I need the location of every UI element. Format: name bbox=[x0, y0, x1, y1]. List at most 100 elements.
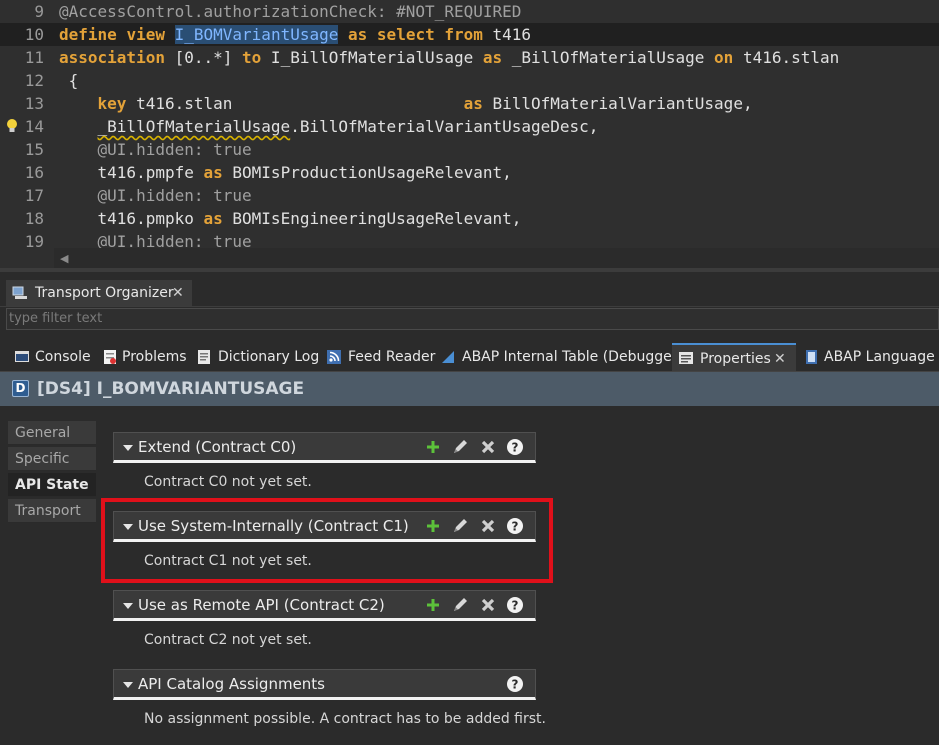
edit-icon[interactable] bbox=[450, 595, 470, 615]
section-header[interactable]: API Catalog Assignments ? bbox=[113, 669, 536, 700]
section-title: Use as Remote API (Contract C2) bbox=[138, 596, 385, 614]
section-header[interactable]: Extend (Contract C0) ? bbox=[113, 432, 536, 463]
code-text: t416.pmpko as BOMIsEngineeringUsageRelev… bbox=[59, 209, 522, 228]
tab-abap-internal-table-label: ABAP Internal Table (Debugger) bbox=[462, 349, 683, 365]
dictionary-log-icon bbox=[198, 350, 210, 364]
help-icon[interactable]: ? bbox=[505, 595, 525, 615]
line-number: 12 bbox=[24, 71, 44, 90]
code-text: @UI.hidden: true bbox=[97, 186, 252, 205]
tab-abap-language-help-label: ABAP Language H bbox=[824, 349, 939, 365]
line-number: 14 bbox=[24, 117, 44, 136]
code-text: define view I_BOMVariantUsage as select … bbox=[59, 25, 532, 44]
ddl-source-icon: D bbox=[12, 380, 29, 397]
properties-title: [DS4] I_BOMVARIANTUSAGE bbox=[37, 379, 305, 399]
edit-icon[interactable] bbox=[450, 437, 470, 457]
svg-text:?: ? bbox=[512, 441, 519, 455]
code-text: key t416.stlan as BillOfMaterialVariantU… bbox=[97, 94, 753, 113]
code-line: 17 @UI.hidden: true bbox=[0, 184, 939, 207]
code-text: @AccessControl.authorizationCheck: #NOT_… bbox=[59, 2, 522, 21]
nav-transport[interactable]: Transport bbox=[8, 499, 96, 523]
abap-language-icon bbox=[806, 350, 817, 364]
line-number: 16 bbox=[24, 163, 44, 182]
problems-icon bbox=[104, 350, 116, 364]
highlight-annotation-box bbox=[101, 498, 553, 583]
line-number: 9 bbox=[34, 2, 44, 21]
section-title: Extend (Contract C0) bbox=[138, 438, 297, 456]
section-contract-c0: Extend (Contract C0) ? Contract C0 not y… bbox=[113, 432, 536, 498]
help-icon[interactable]: ? bbox=[505, 674, 525, 694]
add-icon[interactable] bbox=[423, 437, 443, 457]
tab-problems[interactable]: Problems bbox=[98, 343, 190, 371]
section-message: Contract C2 not yet set. bbox=[144, 632, 312, 648]
nav-api-state[interactable]: API State bbox=[8, 473, 96, 497]
code-text: _BillOfMaterialUsage.BillOfMaterialVaria… bbox=[97, 117, 599, 136]
code-line: 10 define view I_BOMVariantUsage as selec… bbox=[0, 23, 939, 46]
scroll-left-arrow-icon[interactable]: ◀ bbox=[60, 252, 68, 265]
code-line: 18 t416.pmpko as BOMIsEngineeringUsageRe… bbox=[0, 207, 939, 230]
section-header[interactable]: Use as Remote API (Contract C2) ? bbox=[113, 590, 536, 621]
section-api-catalog: API Catalog Assignments ? No assignment … bbox=[113, 669, 546, 735]
properties-header: D [DS4] I_BOMVARIANTUSAGE bbox=[0, 372, 939, 406]
tab-properties-label: Properties bbox=[700, 351, 771, 367]
code-line: 13 key t416.stlan as BillOfMaterialVaria… bbox=[0, 92, 939, 115]
code-text: @UI.hidden: true bbox=[97, 140, 252, 159]
close-icon[interactable]: ✕ bbox=[774, 345, 786, 373]
delete-icon[interactable] bbox=[478, 437, 498, 457]
code-editor[interactable]: 9 @AccessControl.authorizationCheck: #NOT… bbox=[0, 0, 939, 268]
line-number: 13 bbox=[24, 94, 44, 113]
line-number: 18 bbox=[24, 209, 44, 228]
line-number: 10 bbox=[24, 25, 44, 44]
code-text: association [0..*] to I_BillOfMaterialUs… bbox=[59, 48, 840, 67]
code-line: 12 { bbox=[0, 69, 939, 92]
tab-abap-internal-table[interactable]: ABAP Internal Table (Debugger) bbox=[436, 343, 683, 371]
properties-nav: General Specific API State Transport bbox=[0, 406, 96, 745]
line-number: 19 bbox=[24, 232, 44, 251]
chevron-down-icon[interactable] bbox=[123, 603, 133, 609]
bottom-view-tabbar: Console Problems Dictionary Log Feed Rea… bbox=[0, 343, 939, 372]
code-line: 14 _BillOfMaterialUsage.BillOfMaterialVa… bbox=[0, 115, 939, 138]
add-icon[interactable] bbox=[423, 595, 443, 615]
section-title: API Catalog Assignments bbox=[138, 675, 326, 693]
help-icon[interactable]: ? bbox=[505, 437, 525, 457]
code-line: 16 t416.pmpfe as BOMIsProductionUsageRel… bbox=[0, 161, 939, 184]
svg-text:?: ? bbox=[512, 599, 519, 613]
tab-transport-organizer-label: Transport Organizer bbox=[35, 285, 174, 301]
properties-icon bbox=[679, 352, 693, 364]
abap-table-icon bbox=[442, 351, 454, 363]
code-text: { bbox=[59, 71, 79, 90]
console-icon bbox=[15, 351, 29, 362]
nav-general[interactable]: General bbox=[8, 421, 96, 445]
svg-text:?: ? bbox=[512, 678, 519, 692]
chevron-down-icon[interactable] bbox=[123, 445, 133, 451]
code-line: 15 @UI.hidden: true bbox=[0, 138, 939, 161]
transport-filter-input[interactable]: type filter text bbox=[6, 308, 939, 330]
line-number: 17 bbox=[24, 186, 44, 205]
transport-organizer-icon bbox=[12, 286, 27, 299]
tab-feed-reader[interactable]: Feed Reader bbox=[322, 343, 436, 371]
code-line: 11 association [0..*] to I_BillOfMaterial… bbox=[0, 46, 939, 69]
tab-dictionary-log[interactable]: Dictionary Log bbox=[192, 343, 320, 371]
close-icon[interactable]: ✕ bbox=[172, 280, 184, 306]
line-number: 11 bbox=[24, 48, 44, 67]
section-contract-c2: Use as Remote API (Contract C2) ? Contra… bbox=[113, 590, 536, 656]
tab-problems-label: Problems bbox=[122, 349, 187, 365]
line-number: 15 bbox=[24, 140, 44, 159]
tab-console[interactable]: Console bbox=[8, 343, 98, 371]
transport-organizer-tabbar: Transport Organizer ✕ bbox=[0, 280, 939, 307]
tab-console-label: Console bbox=[35, 349, 91, 365]
tab-properties[interactable]: Properties ✕ bbox=[672, 343, 796, 371]
tab-transport-organizer[interactable]: Transport Organizer ✕ bbox=[6, 280, 192, 306]
delete-icon[interactable] bbox=[478, 595, 498, 615]
editor-horizontal-scrollbar[interactable]: ◀ bbox=[54, 248, 939, 268]
transport-organizer-view: Transport Organizer ✕ type filter text bbox=[0, 268, 939, 342]
code-text: t416.pmpfe as BOMIsProductionUsageReleva… bbox=[59, 163, 512, 182]
tab-feed-reader-label: Feed Reader bbox=[348, 349, 436, 365]
feed-icon bbox=[327, 350, 341, 364]
code-line: 9 @AccessControl.authorizationCheck: #NOT… bbox=[0, 0, 939, 23]
section-message: Contract C0 not yet set. bbox=[144, 474, 312, 490]
tab-abap-language-help[interactable]: ABAP Language H bbox=[800, 343, 939, 371]
tab-dictionary-log-label: Dictionary Log bbox=[218, 349, 320, 365]
nav-specific[interactable]: Specific bbox=[8, 447, 96, 471]
section-message: No assignment possible. A contract has t… bbox=[144, 711, 546, 727]
chevron-down-icon[interactable] bbox=[123, 682, 133, 688]
